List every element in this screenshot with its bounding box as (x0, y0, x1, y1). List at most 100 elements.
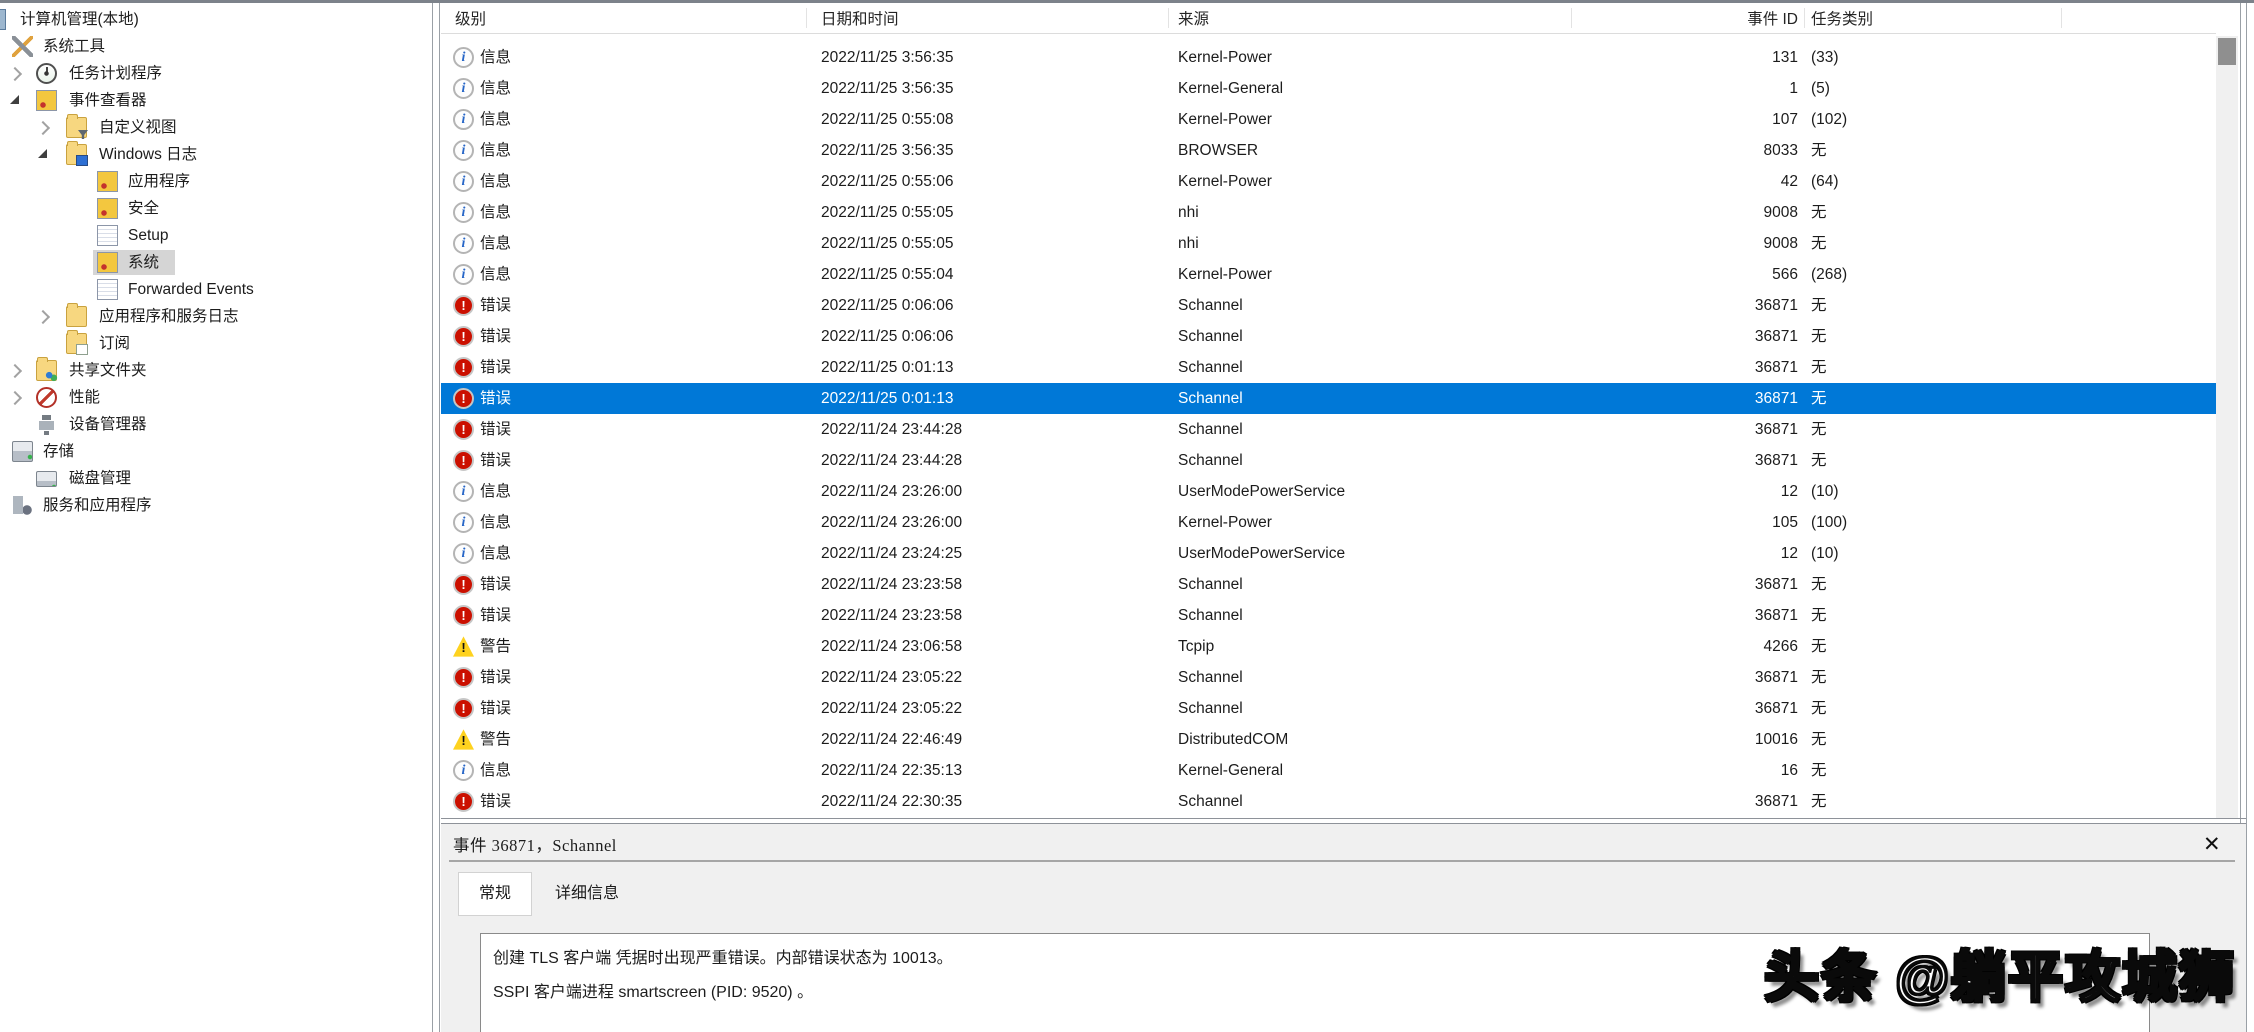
tree-splitter[interactable] (432, 3, 433, 1032)
tree-item[interactable]: 共享文件夹 (0, 357, 430, 384)
event-task-category: 无 (1811, 135, 1827, 166)
column-separator[interactable] (1804, 8, 1805, 28)
subscriptions-icon (66, 333, 87, 354)
tree-item[interactable]: 存储 (0, 438, 430, 465)
event-row[interactable]: 错误 2022/11/24 23:05:22 Schannel 36871 无 (441, 693, 2216, 724)
event-row[interactable]: 信息 2022/11/25 3:56:35 Kernel-Power 131 (… (441, 42, 2216, 73)
tree-item[interactable]: 订阅 (0, 330, 430, 357)
event-row[interactable]: 信息 2022/11/24 22:35:13 Kernel-General 16… (441, 755, 2216, 786)
event-row[interactable]: 信息 2022/11/25 0:55:05 nhi 9008 无 (441, 197, 2216, 228)
tree-item[interactable]: 服务和应用程序 (0, 492, 430, 519)
event-row[interactable]: 错误 2022/11/24 23:23:58 Schannel 36871 无 (441, 569, 2216, 600)
tree-item[interactable]: 性能 (0, 384, 430, 411)
column-header-source[interactable]: 来源 (1178, 7, 1209, 29)
error-icon (453, 605, 474, 626)
event-row[interactable]: 信息 2022/11/25 0:55:08 Kernel-Power 107 (… (441, 104, 2216, 135)
event-source: Kernel-Power (1178, 259, 1272, 290)
event-id: 36871 (1601, 414, 1798, 445)
column-separator[interactable] (806, 8, 807, 28)
event-datetime: 2022/11/25 0:06:06 (821, 321, 953, 352)
tree-item[interactable]: 系统 (0, 249, 430, 276)
column-separator[interactable] (2061, 8, 2062, 28)
error-icon (453, 357, 474, 378)
event-datetime: 2022/11/24 22:30:35 (821, 786, 962, 817)
column-separator[interactable] (1168, 8, 1169, 28)
tree-item-label: 系统 (128, 249, 159, 276)
tree-item[interactable]: 磁盘管理 (0, 465, 430, 492)
scrollbar-thumb[interactable] (2218, 38, 2236, 65)
info-icon (453, 543, 474, 564)
event-row[interactable]: 错误 2022/11/24 23:44:28 Schannel 36871 无 (441, 445, 2216, 476)
tree-item[interactable]: Forwarded Events (0, 276, 430, 303)
tree-item[interactable]: 安全 (0, 195, 430, 222)
apps-services-logs-folder-icon (66, 306, 87, 327)
event-task-category: 无 (1811, 321, 1827, 352)
tab-details[interactable]: 详细信息 (547, 872, 627, 916)
tree-chevron-icon[interactable] (36, 121, 50, 135)
event-level: 信息 (480, 755, 511, 786)
tree-chevron-icon[interactable] (8, 391, 22, 405)
event-task-category: 无 (1811, 755, 1827, 786)
preview-splitter[interactable] (441, 818, 2246, 819)
event-row[interactable]: 警告 2022/11/24 23:06:58 Tcpip 4266 无 (441, 631, 2216, 662)
event-row[interactable]: 错误 2022/11/24 23:23:58 Schannel 36871 无 (441, 600, 2216, 631)
tree-chevron-icon[interactable] (10, 95, 19, 104)
tree-item[interactable]: 应用程序 (0, 168, 430, 195)
tree-chevron-icon[interactable] (8, 67, 22, 81)
event-row[interactable]: 信息 2022/11/25 3:56:35 Kernel-General 1 (… (441, 73, 2216, 104)
setup-log-icon (97, 225, 118, 246)
column-header-event-id[interactable]: 事件 ID (1601, 7, 1798, 29)
shared-folders-icon (36, 360, 57, 381)
event-row[interactable]: 信息 2022/11/25 0:55:06 Kernel-Power 42 (6… (441, 166, 2216, 197)
event-row[interactable]: 信息 2022/11/24 23:26:00 Kernel-Power 105 … (441, 507, 2216, 538)
tree-item[interactable]: Setup (0, 222, 430, 249)
tree-chevron-icon[interactable] (38, 149, 47, 158)
info-icon (453, 233, 474, 254)
event-row[interactable]: 信息 2022/11/25 0:55:05 nhi 9008 无 (441, 228, 2216, 259)
event-row[interactable]: 信息 2022/11/24 23:26:00 UserModePowerServ… (441, 476, 2216, 507)
column-header-datetime[interactable]: 日期和时间 (821, 7, 899, 29)
event-task-category: 无 (1811, 414, 1827, 445)
event-row[interactable]: 错误 2022/11/25 0:06:06 Schannel 36871 无 (441, 321, 2216, 352)
column-header-task[interactable]: 任务类别 (1811, 7, 1873, 29)
tree-item[interactable]: 系统工具 (0, 33, 430, 60)
tree-splitter-line (439, 3, 440, 1032)
event-row[interactable]: 错误 2022/11/25 0:01:13 Schannel 36871 无 (441, 352, 2216, 383)
event-task-category: 无 (1811, 290, 1827, 321)
event-datetime: 2022/11/25 0:55:08 (821, 104, 953, 135)
tree-item[interactable]: 任务计划程序 (0, 60, 430, 87)
event-level: 错误 (480, 693, 511, 724)
event-row[interactable]: 信息 2022/11/24 23:24:25 UserModePowerServ… (441, 538, 2216, 569)
event-row[interactable]: 信息 2022/11/25 3:56:35 BROWSER 8033 无 (441, 135, 2216, 166)
event-row[interactable]: 警告 2022/11/24 22:46:49 DistributedCOM 10… (441, 724, 2216, 755)
column-header-level[interactable]: 级别 (455, 7, 486, 29)
event-row[interactable]: 错误 2022/11/25 0:01:13 Schannel 36871 无 (441, 383, 2216, 414)
tree-item[interactable]: 自定义视图 (0, 114, 430, 141)
tree-item-label: 服务和应用程序 (43, 492, 152, 519)
event-source: Schannel (1178, 662, 1243, 693)
event-row[interactable]: 错误 2022/11/24 22:30:35 Schannel 36871 无 (441, 786, 2216, 817)
tree-item[interactable]: Windows 日志 (0, 141, 430, 168)
event-source: UserModePowerService (1178, 538, 1345, 569)
event-row[interactable]: 信息 2022/11/25 0:55:04 Kernel-Power 566 (… (441, 259, 2216, 290)
event-level: 信息 (480, 197, 511, 228)
vertical-scrollbar[interactable] (2216, 36, 2238, 818)
tree-chevron-icon[interactable] (8, 364, 22, 378)
event-task-category: (268) (1811, 259, 1847, 290)
disk-management-icon (36, 471, 57, 487)
tree-chevron-icon[interactable] (36, 310, 50, 324)
event-id: 12 (1601, 476, 1798, 507)
close-icon[interactable]: ✕ (2203, 832, 2221, 857)
tree-item[interactable]: 事件查看器 (0, 87, 430, 114)
tree-item[interactable]: 计算机管理(本地) (0, 6, 430, 33)
tree-item[interactable]: 应用程序和服务日志 (0, 303, 430, 330)
event-id: 9008 (1601, 197, 1798, 228)
event-datetime: 2022/11/24 23:24:25 (821, 538, 962, 569)
column-separator[interactable] (1571, 8, 1572, 28)
event-row[interactable]: 错误 2022/11/24 23:44:28 Schannel 36871 无 (441, 414, 2216, 445)
tree-item[interactable]: 设备管理器 (0, 411, 430, 438)
event-row[interactable]: 错误 2022/11/25 0:06:06 Schannel 36871 无 (441, 290, 2216, 321)
tab-general[interactable]: 常规 (458, 872, 532, 916)
event-level: 错误 (480, 290, 511, 321)
event-row[interactable]: 错误 2022/11/24 23:05:22 Schannel 36871 无 (441, 662, 2216, 693)
